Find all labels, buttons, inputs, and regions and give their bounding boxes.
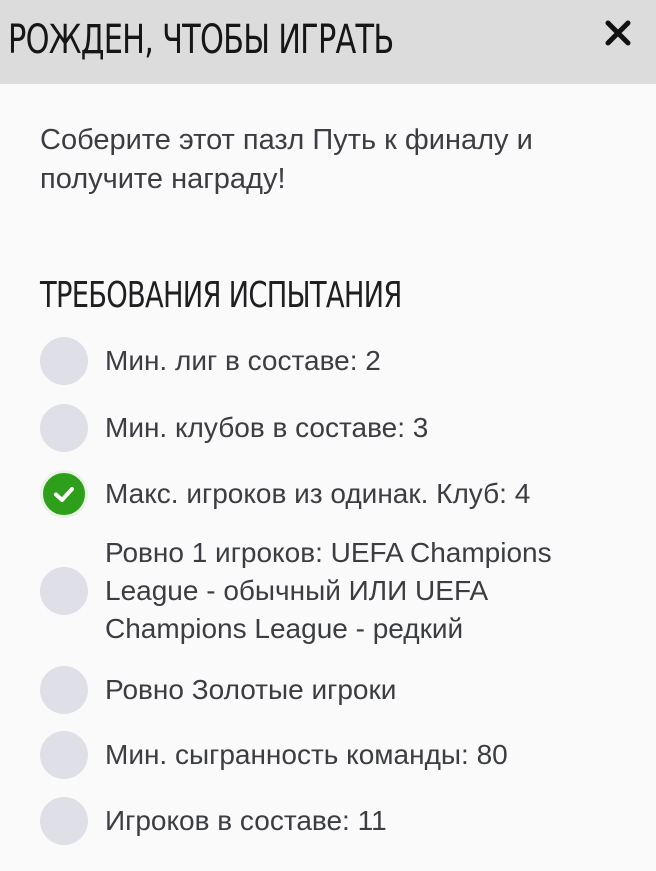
incomplete-indicator-icon: [40, 666, 88, 714]
requirement-item: Мин. клубов в составе: 3: [40, 404, 630, 452]
requirement-label: Ровно 1 игроков: UEFA Champions League -…: [105, 537, 552, 644]
requirement-item: Мин. сыгранность команды: 80: [40, 731, 630, 779]
dialog-title: РОЖДЕН, ЧТОБЫ ИГРАТЬ: [8, 17, 394, 63]
incomplete-indicator-icon: [40, 404, 88, 452]
requirements-title: ТРЕБОВАНИЯ ИСПЫТАНИЯ: [40, 275, 402, 316]
requirement-label: Ровно Золотые игроки: [105, 674, 397, 705]
incomplete-indicator-icon: [40, 797, 88, 845]
requirement-label: Макс. игроков из одинак. Клуб: 4: [105, 478, 531, 509]
requirement-item: Ровно Золотые игроки: [40, 666, 630, 714]
requirement-label: Мин. сыгранность команды: 80: [105, 739, 508, 770]
requirement-item: Игроков в составе: 11: [40, 797, 630, 845]
dialog-header: РОЖДЕН, ЧТОБЫ ИГРАТЬ: [0, 0, 656, 84]
requirement-item: Макс. игроков из одинак. Клуб: 4: [40, 470, 630, 518]
incomplete-indicator-icon: [40, 731, 88, 779]
incomplete-indicator-icon: [40, 567, 88, 615]
requirement-label: Мин. клубов в составе: 3: [105, 412, 429, 443]
checkmark-icon: [40, 470, 88, 518]
requirement-label: Мин. лиг в составе: 2: [105, 345, 381, 376]
requirement-item: Мин. лиг в составе: 2: [40, 337, 630, 385]
incomplete-indicator-icon: [40, 337, 88, 385]
challenge-description: Соберите этот пазл Путь к финалу и получ…: [40, 124, 533, 195]
requirement-item: Ровно 1 игроков: UEFA Champions League -…: [40, 534, 630, 648]
close-icon[interactable]: [602, 17, 634, 49]
requirement-label: Игроков в составе: 11: [105, 805, 387, 836]
